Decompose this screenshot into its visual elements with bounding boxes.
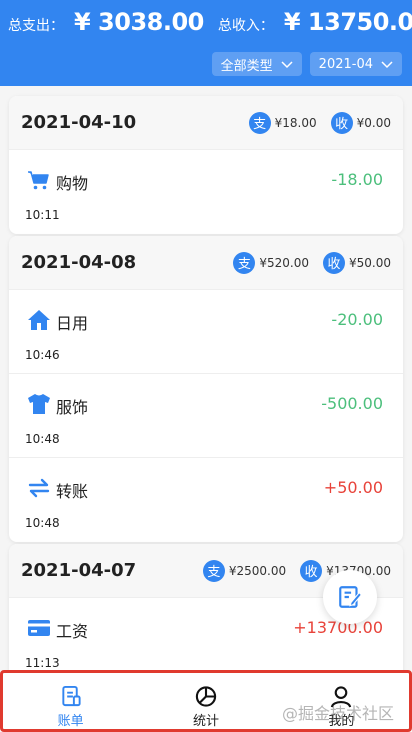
total-expense-amount: ¥ 3038.00 (74, 8, 204, 36)
shirt-icon (28, 394, 50, 414)
day-income-total: ¥50.00 (349, 255, 391, 270)
bill-amount: -20.00 (331, 310, 383, 329)
bill-category: 日用 (56, 314, 89, 333)
transfer-icon (28, 478, 50, 498)
bill-time: 10:11 (25, 208, 60, 222)
day-card: 2021-04-10 支 ¥18.00 收 ¥0.00 购物 -18.00 10… (9, 96, 403, 234)
day-date: 2021-04-10 (21, 112, 137, 133)
tab-bill[interactable]: 账单 (3, 673, 138, 729)
watermark: @掘金技术社区 (281, 704, 394, 723)
bill-category: 转账 (56, 482, 89, 501)
bill-category: 工资 (56, 622, 89, 641)
bill-item[interactable]: 购物 -18.00 10:11 (9, 150, 403, 234)
type-filter-label: 全部类型 (220, 58, 273, 74)
income-badge: 收 (323, 251, 345, 274)
expense-badge: 支 (202, 559, 225, 582)
expense-badge: 支 (248, 111, 271, 134)
day-expense-total: ¥18.00 (274, 115, 317, 130)
shopping-cart-icon (28, 171, 49, 190)
chevron-down-icon (281, 61, 293, 69)
expense-badge: 支 (233, 251, 256, 274)
day-expense-total: ¥520.00 (259, 255, 309, 270)
bill-item[interactable]: 转账 +50.00 10:48 (9, 458, 403, 542)
day-card: 2021-04-08 支 ¥520.00 收 ¥50.00 日用 -20.00 … (9, 236, 403, 542)
month-filter-dropdown[interactable]: 2021-04 (309, 52, 402, 76)
income-badge: 收 (330, 111, 353, 134)
bill-amount: -18.00 (331, 170, 383, 189)
add-bill-button[interactable] (323, 570, 377, 624)
day-expense-total: ¥2500.00 (228, 563, 287, 578)
house-icon (28, 310, 50, 330)
salary-card-icon (28, 620, 50, 636)
tab-statistics[interactable]: 统计 (138, 673, 273, 729)
bill-amount: -500.00 (321, 394, 383, 413)
day-income-total: ¥0.00 (356, 115, 391, 130)
bill-time: 10:46 (25, 348, 60, 362)
bill-category: 购物 (56, 174, 89, 193)
day-date: 2021-04-07 (21, 560, 137, 581)
filter-row: 全部类型 2021-04 (211, 52, 402, 76)
pie-chart-icon (195, 686, 217, 707)
bill-category: 服饰 (56, 398, 89, 417)
bill-time: 10:48 (25, 516, 60, 530)
income-badge: 收 (300, 559, 323, 582)
chevron-down-icon (381, 61, 393, 69)
bill-item[interactable]: 服饰 -500.00 10:48 (9, 374, 403, 458)
bill-amount: +50.00 (323, 478, 383, 497)
tab-label: 统计 (192, 714, 219, 729)
header: 总支出： ¥ 3038.00 总收入： ¥ 13750.00 全部类型 2021… (0, 0, 412, 86)
edit-icon (339, 586, 363, 608)
totals: 总支出： ¥ 3038.00 总收入： ¥ 13750.00 (8, 8, 412, 36)
tab-label: 账单 (57, 714, 84, 729)
bill-time: 11:13 (25, 656, 60, 670)
total-expense-label: 总支出： (8, 18, 64, 34)
month-filter-label: 2021-04 (318, 56, 373, 72)
day-header: 2021-04-08 支 ¥520.00 收 ¥50.00 (9, 236, 403, 290)
total-income-amount: ¥ 13750.00 (283, 8, 412, 36)
bill-time: 10:48 (25, 432, 60, 446)
bill-item[interactable]: 日用 -20.00 10:46 (9, 290, 403, 374)
day-date: 2021-04-08 (21, 252, 137, 273)
day-header: 2021-04-10 支 ¥18.00 收 ¥0.00 (9, 96, 403, 150)
bill-icon (62, 685, 81, 707)
total-income-label: 总收入： (217, 18, 274, 34)
type-filter-dropdown[interactable]: 全部类型 (211, 52, 302, 76)
